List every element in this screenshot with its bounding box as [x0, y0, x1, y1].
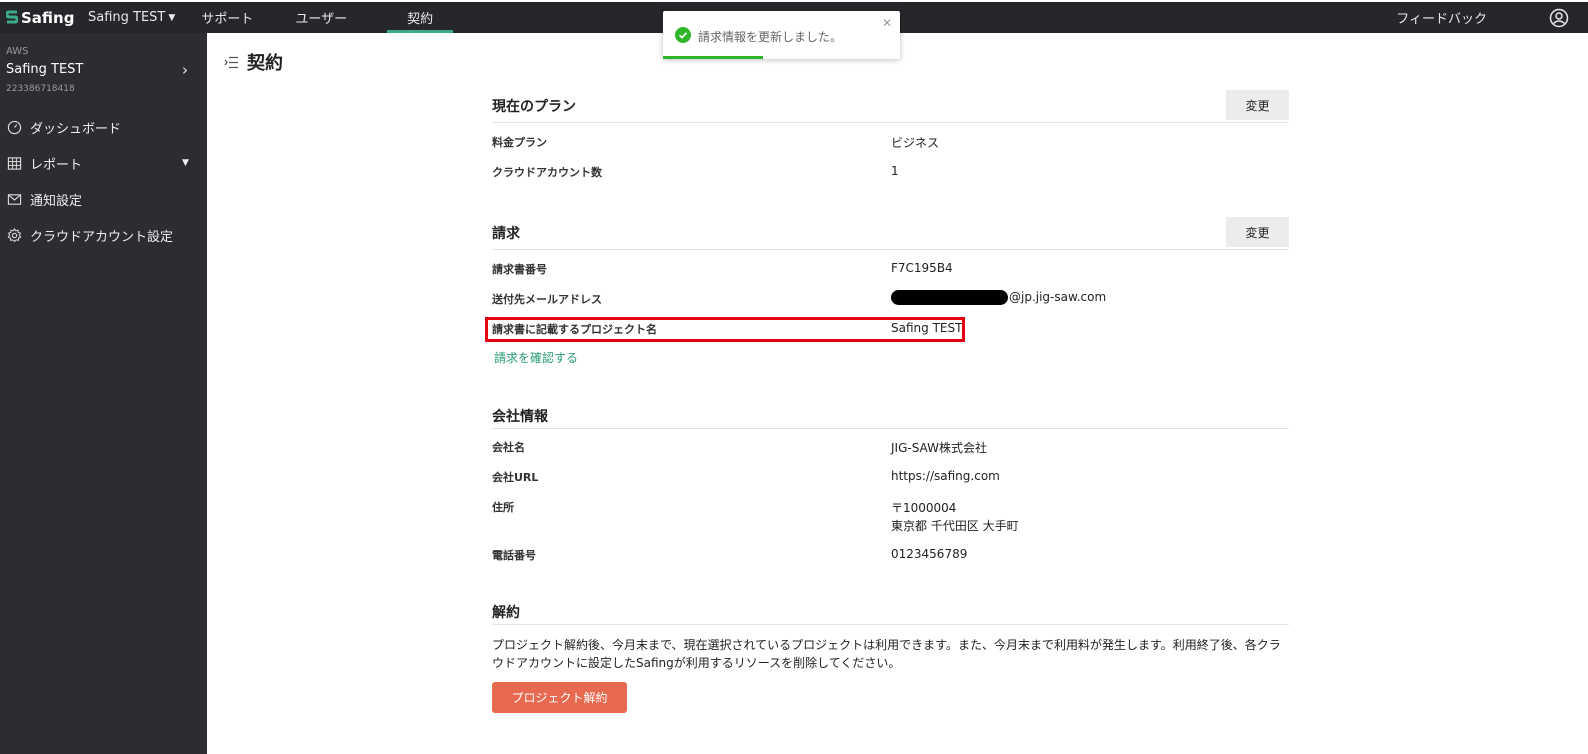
toast-progress-bar [663, 56, 763, 59]
nav-users[interactable]: ユーザー [289, 2, 353, 33]
field-value: 1 [891, 164, 899, 178]
chevron-right-icon[interactable]: › [182, 61, 188, 79]
redaction-mark [891, 290, 1008, 305]
toast-notification: 請求情報を更新しました。 ✕ [663, 11, 900, 59]
logo-text: Safing [21, 8, 75, 27]
postal-code-value: 〒1000004 [891, 501, 957, 515]
company-section-title: 会社情報 [492, 409, 548, 425]
nav-support-label: サポート [201, 12, 254, 27]
sidebar-item-reports[interactable]: レポート ▼ [0, 149, 207, 177]
sidebar-item-label: 通知設定 [30, 193, 83, 209]
field-label: 会社URL [492, 471, 539, 484]
user-circle-icon[interactable] [1549, 8, 1569, 28]
field-value: 0123456789 [891, 547, 968, 561]
field-label: 電話番号 [492, 549, 536, 562]
confirm-billing-link[interactable]: 請求を確認する [494, 349, 578, 366]
field-label: 請求書番号 [492, 263, 547, 276]
divider [492, 249, 1289, 250]
field-value: JIG-SAW株式会社 [891, 441, 987, 455]
project-selector[interactable]: Safing TEST ▼ [82, 2, 181, 33]
safing-logo[interactable]: Safing [6, 9, 82, 27]
feedback-link[interactable]: フィードバック [1396, 8, 1487, 27]
field-value: https://safing.com [891, 469, 1000, 483]
project-selector-label: Safing TEST [88, 10, 166, 25]
account-provider: AWS [6, 46, 29, 57]
sidebar-item-label: レポート [30, 157, 83, 173]
mail-icon [7, 193, 22, 205]
chevron-down-icon[interactable]: ▼ [182, 158, 189, 168]
page-header: 契約 [224, 49, 283, 75]
field-label: クラウドアカウント数 [492, 166, 602, 179]
terminate-project-button[interactable]: プロジェクト解約 [492, 682, 627, 713]
chevron-down-icon: ▼ [168, 12, 176, 23]
sidebar-item-dashboard[interactable]: ダッシュボード [0, 113, 207, 141]
field-label: 請求書に記載するプロジェクト名 [492, 323, 657, 336]
divider [492, 428, 1289, 429]
address-value: 東京都 千代田区 大手町 [891, 519, 1019, 533]
gear-icon [7, 227, 22, 242]
billing-change-button[interactable]: 変更 [1226, 217, 1289, 247]
nav-contract[interactable]: 契約 [387, 2, 454, 33]
divider [492, 122, 1289, 123]
description-line: プロジェクト解約後、今月末まで、現在選択されているプロジェクトは利用できます。ま… [492, 638, 1281, 652]
cancellation-description: プロジェクト解約後、今月末まで、現在選択されているプロジェクトは利用できます。ま… [492, 636, 1292, 672]
field-label: 会社名 [492, 441, 525, 454]
menu-collapse-icon[interactable] [224, 56, 239, 69]
account-id: 223386718418 [6, 84, 75, 94]
field-value: ビジネス [891, 136, 940, 150]
account-name[interactable]: Safing TEST [6, 62, 83, 77]
billing-section-title: 請求 [492, 226, 520, 242]
page-title: 契約 [247, 53, 283, 74]
check-circle-icon [675, 27, 691, 43]
toast-message: 請求情報を更新しました。 [698, 30, 843, 44]
plan-change-button[interactable]: 変更 [1226, 90, 1289, 120]
close-icon[interactable]: ✕ [882, 16, 892, 30]
nav-contract-label: 契約 [407, 12, 434, 27]
field-label: 住所 [492, 501, 514, 514]
email-value: @jp.jig-saw.com [891, 290, 1106, 305]
field-label: 料金プラン [492, 136, 547, 149]
dashboard-gauge-icon [7, 120, 22, 134]
sidebar-item-notifications[interactable]: 通知設定 [0, 185, 207, 213]
sidebar-item-cloud-account-settings[interactable]: クラウドアカウント設定 [0, 221, 207, 249]
cancellation-section-title: 解約 [492, 605, 520, 621]
nav-support[interactable]: サポート [195, 2, 259, 33]
email-domain: @jp.jig-saw.com [1009, 290, 1107, 304]
safing-logo-icon [6, 10, 18, 23]
field-value: F7C195B4 [891, 261, 953, 275]
main-content: 契約 現在のプラン 変更 料金プラン ビジネス クラウドアカウント数 1 請求 … [207, 33, 1588, 754]
sidebar-item-label: ダッシュボード [30, 121, 122, 137]
nav-users-label: ユーザー [295, 12, 348, 27]
description-line: ウドアカウントに設定したSafingが利用するリソースを削除してください。 [492, 656, 901, 670]
sidebar-item-label: クラウドアカウント設定 [30, 229, 174, 245]
divider [492, 624, 1289, 625]
plan-section-title: 現在のプラン [492, 99, 576, 115]
field-label: 送付先メールアドレス [492, 293, 602, 306]
field-value: Safing TEST [891, 321, 963, 335]
table-grid-icon [7, 156, 22, 170]
sidebar: AWS Safing TEST › 223386718418 ダッシュボード レ… [0, 33, 207, 754]
